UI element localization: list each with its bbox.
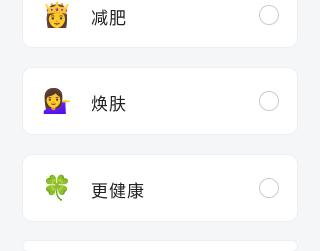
- goal-option-lose-weight[interactable]: 👸 减肥: [23, 0, 297, 47]
- goal-option-healthier[interactable]: 🍀 更健康: [23, 155, 297, 221]
- option-label: 焕肤: [91, 95, 127, 115]
- radio-button[interactable]: [259, 178, 279, 198]
- option-label: 更健康: [91, 182, 145, 202]
- princess-icon: 👸: [42, 1, 72, 29]
- woman-tipping-hand-icon: 💁‍♀️: [42, 87, 72, 115]
- radio-button[interactable]: [259, 91, 279, 111]
- option-label: 减肥: [91, 9, 127, 29]
- four-leaf-clover-icon: 🍀: [42, 174, 72, 202]
- radio-button[interactable]: [259, 5, 279, 25]
- goal-option-skin-renewal[interactable]: 💁‍♀️ 焕肤: [23, 68, 297, 134]
- goal-option-card-partial[interactable]: [23, 241, 297, 251]
